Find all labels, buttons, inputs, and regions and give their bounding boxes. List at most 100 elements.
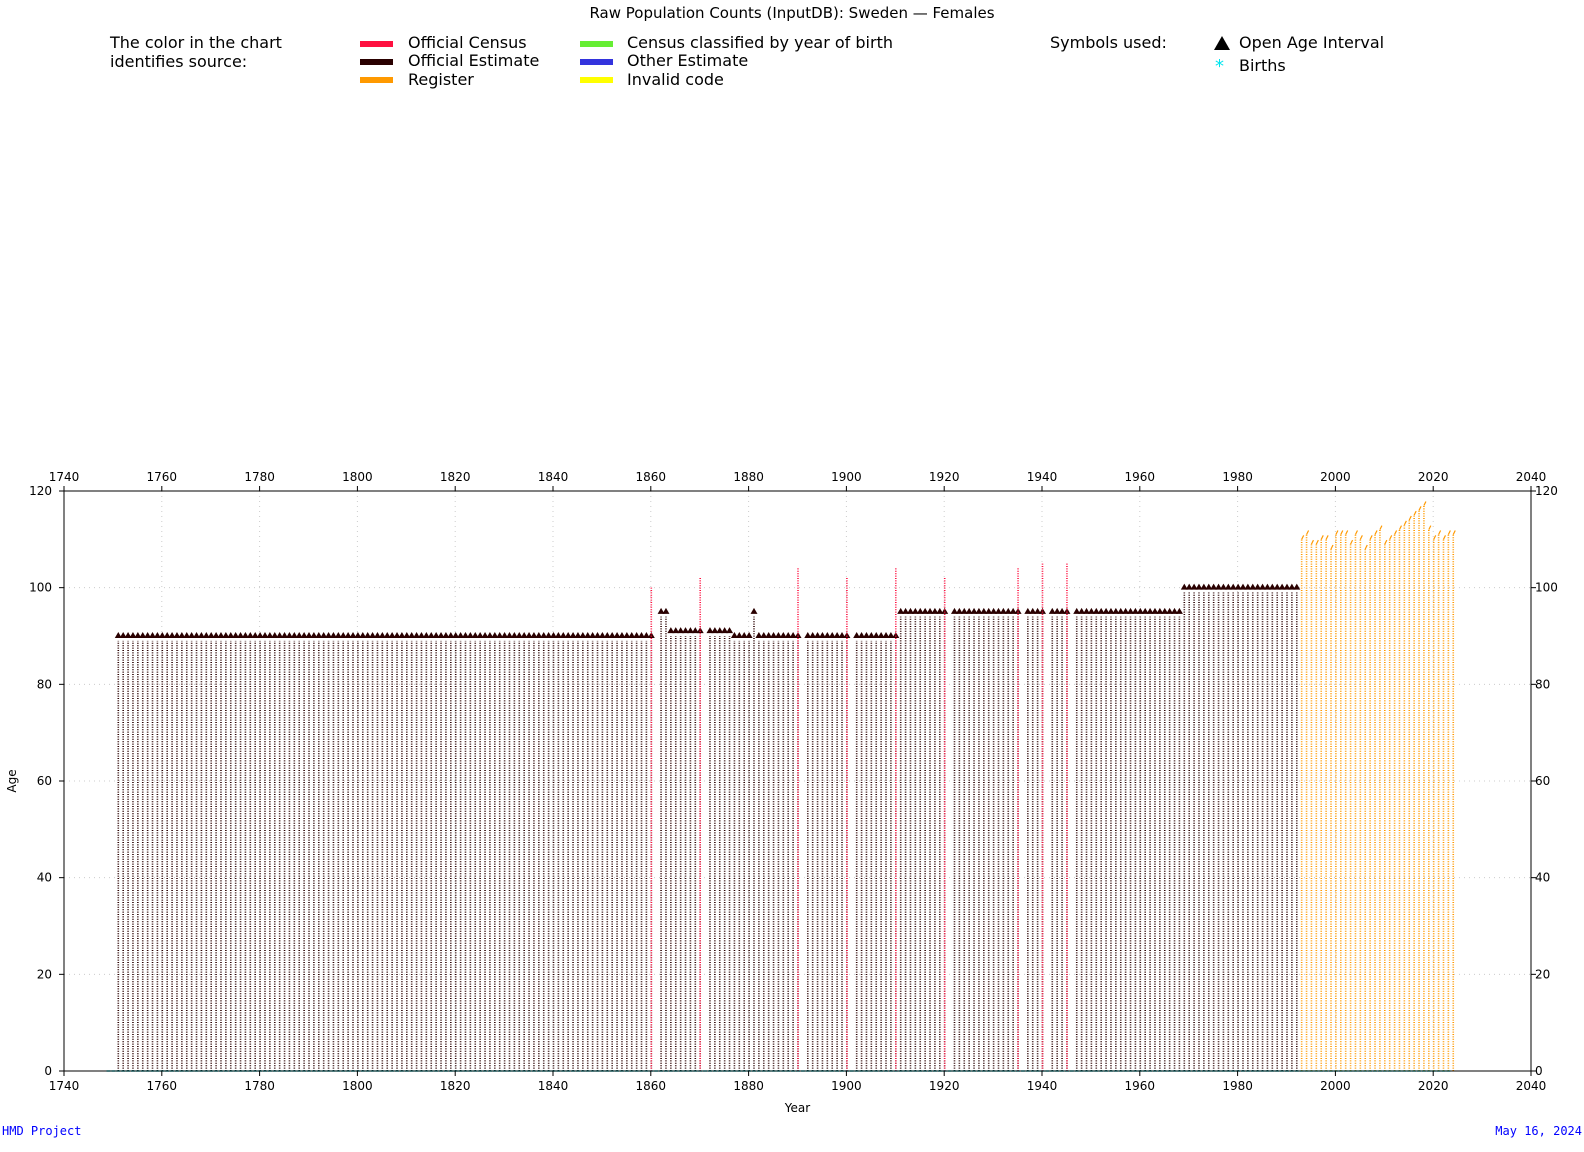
register-cap xyxy=(1306,530,1310,535)
x-tick-label: 1780 xyxy=(244,1079,275,1093)
swatch-official-estimate xyxy=(360,59,393,65)
register-cap xyxy=(1340,530,1344,535)
register-cap xyxy=(1301,535,1305,540)
open-age-marker xyxy=(745,632,753,638)
asterisk-icon: * xyxy=(1215,56,1224,77)
x-tick-label-top: 1920 xyxy=(929,470,960,484)
x-tick-label-top: 1740 xyxy=(49,470,80,484)
x-tick-label: 1880 xyxy=(733,1079,764,1093)
y-tick-label-right: 40 xyxy=(1535,871,1550,885)
open-age-marker xyxy=(1063,607,1071,614)
y-tick-label-right: 20 xyxy=(1535,967,1550,981)
y-tick-label: 0 xyxy=(44,1064,52,1078)
register-cap xyxy=(1384,539,1388,545)
open-age-marker xyxy=(662,607,670,614)
register-cap xyxy=(1369,535,1373,540)
register-cap xyxy=(1413,510,1417,516)
legend-official-census: Official Census xyxy=(408,33,527,52)
register-cap xyxy=(1452,530,1456,535)
register-cap xyxy=(1403,520,1407,526)
footer-date: May 16, 2024 xyxy=(1495,1124,1582,1138)
x-tick-label: 1800 xyxy=(342,1079,373,1093)
register-cap xyxy=(1447,530,1451,535)
register-cap xyxy=(1325,535,1329,540)
register-cap xyxy=(1335,530,1339,535)
x-tick-label-top: 1880 xyxy=(733,470,764,484)
y-tick-label: 120 xyxy=(29,484,52,498)
legend-register: Register xyxy=(408,70,474,89)
x-tick-label-top: 2020 xyxy=(1418,470,1449,484)
register-cap xyxy=(1442,535,1447,540)
x-tick-label: 2020 xyxy=(1418,1079,1449,1093)
register-cap xyxy=(1389,535,1393,540)
register-cap xyxy=(1320,535,1324,540)
x-tick-label: 1900 xyxy=(831,1079,862,1093)
y-tick-label: 60 xyxy=(37,774,52,788)
y-tick-label-right: 100 xyxy=(1535,581,1558,595)
legend-census-by-birth-year: Census classified by year of birth xyxy=(627,33,893,52)
x-tick-label-top: 2000 xyxy=(1320,470,1351,484)
register-cap xyxy=(1418,506,1422,511)
legend-intro-line2: identifies source: xyxy=(110,52,248,71)
chart-title: Raw Population Counts (InputDB): Sweden … xyxy=(589,4,995,22)
legend-other-estimate: Other Estimate xyxy=(627,51,749,70)
open-age-marker xyxy=(892,632,900,638)
x-tick-label-top: 1980 xyxy=(1222,470,1253,484)
y-tick-label-right: 60 xyxy=(1535,774,1550,788)
legend-intro-line1: The color in the chart xyxy=(110,33,282,52)
x-tick-label: 2000 xyxy=(1320,1079,1351,1093)
y-tick-label-right: 80 xyxy=(1535,677,1550,691)
footer-project: HMD Project xyxy=(2,1124,82,1138)
x-tick-label: 1980 xyxy=(1222,1079,1253,1093)
x-tick-label: 2040 xyxy=(1516,1079,1547,1093)
x-axis-label: Year xyxy=(784,1101,810,1115)
open-age-marker xyxy=(1175,607,1183,614)
open-age-marker xyxy=(1014,607,1022,614)
x-tick-label-top: 1900 xyxy=(831,470,862,484)
y-tick-label-right: 120 xyxy=(1535,484,1558,498)
swatch-invalid-code xyxy=(580,77,613,83)
register-cap xyxy=(1354,530,1358,535)
y-tick-label: 40 xyxy=(37,871,52,885)
open-age-marker xyxy=(726,627,734,634)
y-tick-label: 100 xyxy=(29,581,52,595)
register-cap xyxy=(1359,535,1363,540)
register-cap xyxy=(1345,530,1349,535)
swatch-census-by-birth-year xyxy=(580,41,613,47)
register-cap xyxy=(1330,544,1334,550)
y-tick-label: 20 xyxy=(37,967,52,981)
x-tick-label-top: 1940 xyxy=(1027,470,1058,484)
legend-births: Births xyxy=(1239,56,1286,75)
register-cap xyxy=(1423,501,1427,506)
triangle-icon xyxy=(1214,36,1230,50)
x-tick-label-top: 1960 xyxy=(1125,470,1156,484)
x-tick-label-top: 2040 xyxy=(1516,470,1547,484)
open-age-marker xyxy=(1293,583,1301,590)
data-marks xyxy=(106,501,1456,1072)
register-cap xyxy=(1379,525,1383,530)
swatch-other-estimate xyxy=(580,59,613,65)
legend-open-age: Open Age Interval xyxy=(1239,33,1385,52)
open-age-marker xyxy=(941,607,949,614)
x-tick-label: 1820 xyxy=(440,1079,471,1093)
population-chart: 1740 1740 1760 1760 1780 1780 1800 1800 1820 1820… xyxy=(5,470,1558,1115)
x-tick-label: 1740 xyxy=(49,1079,80,1093)
open-age-marker xyxy=(696,627,704,634)
axes: 1740 1740 1760 1760 1780 1780 1800 1800 1820 1820… xyxy=(5,470,1558,1115)
open-age-marker xyxy=(843,632,851,638)
swatch-official-census xyxy=(360,41,393,47)
x-tick-label-top: 1780 xyxy=(244,470,275,484)
x-tick-label-top: 1820 xyxy=(440,470,471,484)
legend-official-estimate: Official Estimate xyxy=(408,51,540,70)
register-cap xyxy=(1438,530,1442,535)
register-cap xyxy=(1398,525,1403,530)
open-age-marker xyxy=(1039,607,1046,614)
open-age-marker xyxy=(647,632,655,638)
x-tick-label: 1860 xyxy=(636,1079,667,1093)
open-age-marker xyxy=(750,607,758,614)
register-cap xyxy=(1310,539,1314,545)
register-cap xyxy=(1350,539,1354,545)
register-cap xyxy=(1315,539,1319,545)
x-tick-label: 1760 xyxy=(147,1079,178,1093)
y-tick-label-right: 0 xyxy=(1535,1064,1543,1078)
